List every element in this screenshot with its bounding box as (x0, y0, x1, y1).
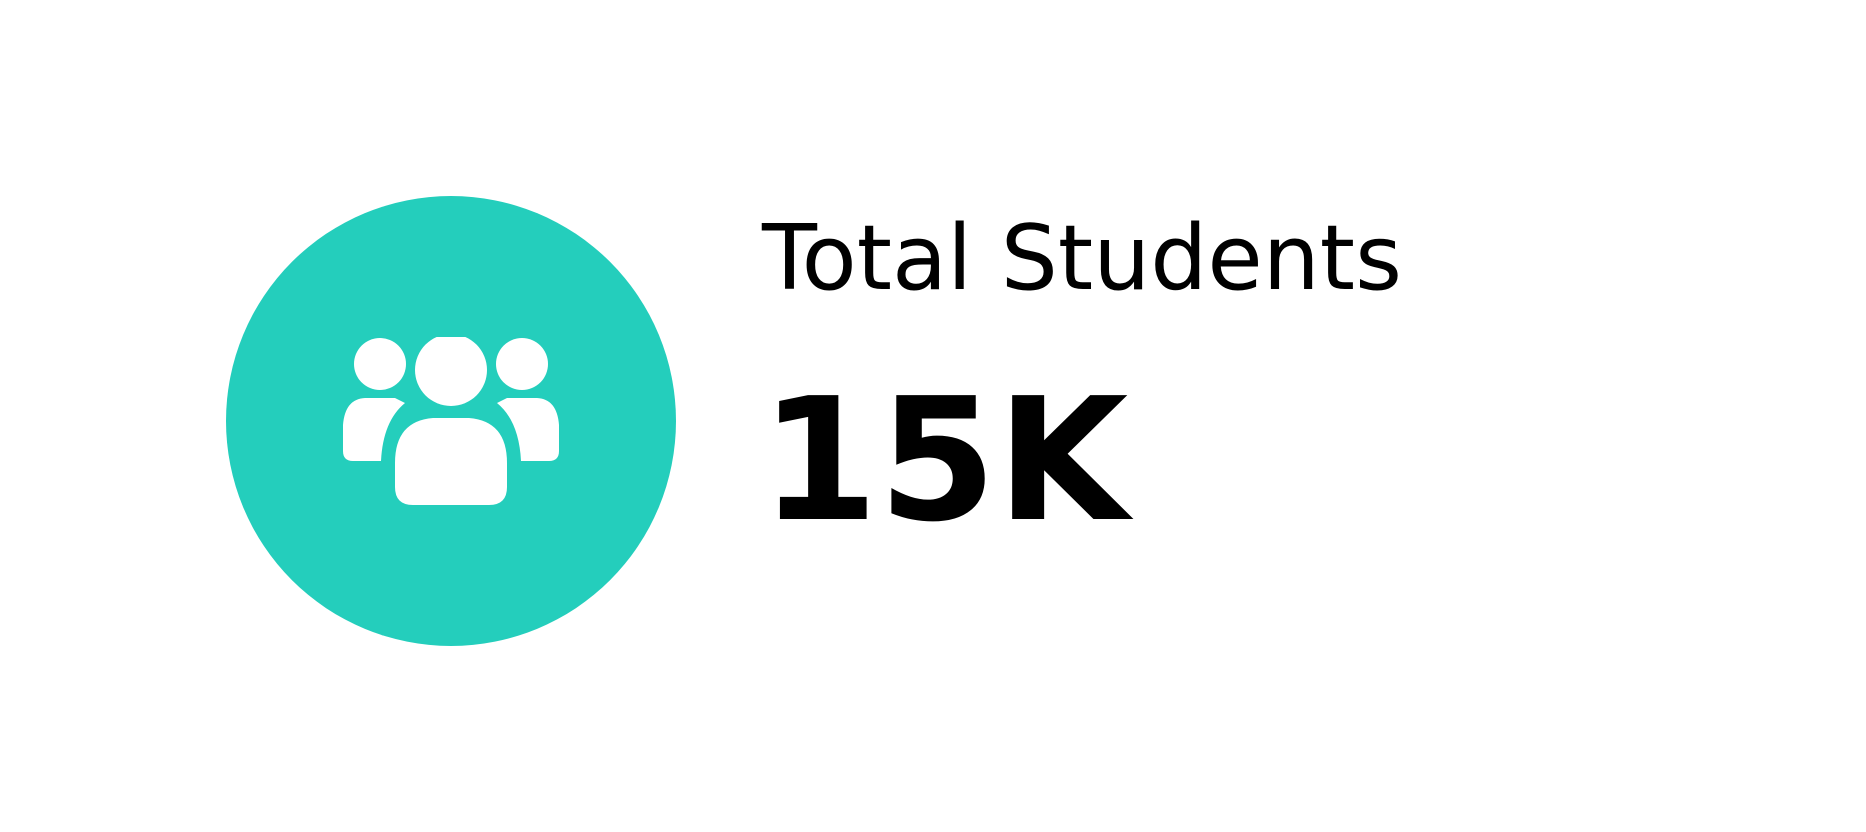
stat-value: 15K (760, 362, 1129, 560)
group-users-icon (343, 337, 559, 505)
icon-badge (226, 196, 676, 646)
stat-label: Total Students (762, 206, 1402, 311)
total-students-stat-card: Total Students 15K (0, 0, 1866, 832)
